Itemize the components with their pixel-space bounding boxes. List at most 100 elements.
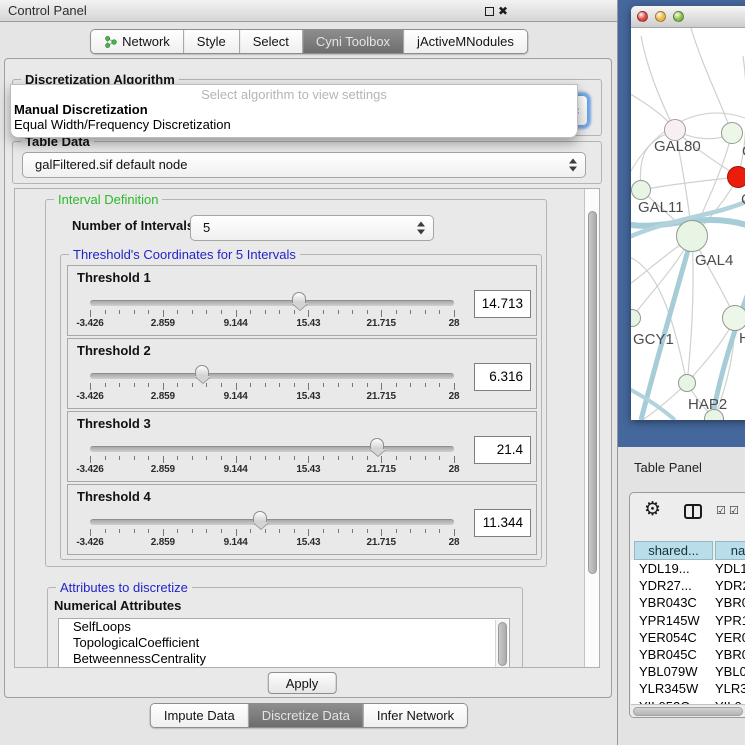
node-red[interactable] bbox=[727, 166, 745, 188]
slider-tick bbox=[250, 310, 251, 314]
slider-tick bbox=[90, 383, 91, 390]
slider-track[interactable] bbox=[90, 519, 454, 525]
table-row[interactable]: YBL079WYBL0 bbox=[631, 663, 745, 680]
node-gal11[interactable] bbox=[631, 180, 651, 200]
slider-tick-label: 21.715 bbox=[366, 537, 395, 548]
slider-tick bbox=[323, 383, 324, 387]
slider-tick-label: 15.43 bbox=[296, 464, 320, 475]
network-canvas[interactable]: GAL80GCGAL11GAL4GCY1HHAP2 bbox=[631, 28, 745, 420]
checkbox-icon[interactable]: ☑ bbox=[729, 504, 739, 517]
node-table: ⚙ ☑ ☑ shared... na YDL19...YDL1YDR27...Y… bbox=[629, 492, 745, 718]
slider-tick bbox=[454, 383, 455, 390]
attributes-group: Attributes to discretize Numerical Attri… bbox=[47, 587, 523, 668]
slider-thumb[interactable] bbox=[195, 365, 209, 376]
settings-scrollbar[interactable] bbox=[584, 189, 599, 667]
settings-scrollbar-thumb[interactable] bbox=[588, 211, 597, 574]
table-panel-title: Table Panel bbox=[634, 460, 702, 475]
table-row[interactable]: YER054CYER0 bbox=[631, 629, 745, 646]
column-layout-icon[interactable] bbox=[684, 504, 702, 519]
slider-tick bbox=[352, 529, 353, 533]
slider-tick bbox=[338, 456, 339, 460]
slider-tick bbox=[163, 310, 164, 317]
algorithm-option-manual-discretization[interactable]: Manual Discretization bbox=[11, 102, 577, 117]
slider-tick bbox=[148, 383, 149, 387]
zoom-traffic-light[interactable] bbox=[673, 11, 684, 22]
node-top-right[interactable] bbox=[721, 122, 743, 144]
close-panel-icon[interactable]: ✖ bbox=[498, 3, 508, 19]
slider-tick bbox=[279, 383, 280, 387]
cell-shared-name: YBR043C bbox=[631, 594, 711, 611]
slider-tick bbox=[396, 383, 397, 387]
attribute-item-selfloops[interactable]: SelfLoops bbox=[59, 619, 509, 635]
slider-tick-label: 15.43 bbox=[296, 537, 320, 548]
threshold-value-field[interactable]: 6.316 bbox=[474, 363, 531, 391]
slider-tick bbox=[279, 529, 280, 533]
slider-thumb[interactable] bbox=[370, 438, 384, 449]
column-header-shared-name[interactable]: shared... bbox=[634, 541, 713, 560]
node-right-h[interactable] bbox=[722, 305, 745, 331]
tab-infer-network[interactable]: Infer Network bbox=[363, 704, 467, 727]
table-row[interactable]: YDL19...YDL1 bbox=[631, 560, 745, 577]
slider-tick bbox=[163, 456, 164, 463]
tab-impute-data[interactable]: Impute Data bbox=[151, 704, 248, 727]
attribute-item-betweennesscentrality[interactable]: BetweennessCentrality bbox=[59, 651, 509, 667]
table-data-value: galFiltered.sif default node bbox=[35, 153, 187, 177]
attributes-list-scrollbar[interactable] bbox=[495, 620, 508, 668]
column-header-name[interactable]: na bbox=[715, 541, 745, 560]
table-hscrollbar[interactable] bbox=[631, 704, 745, 717]
tab-cyni-toolbox[interactable]: Cyni Toolbox bbox=[302, 30, 403, 53]
slider-tick bbox=[352, 456, 353, 460]
slider-tick bbox=[367, 383, 368, 387]
tab-select[interactable]: Select bbox=[239, 30, 302, 53]
slider-track[interactable] bbox=[90, 446, 454, 452]
cyni-mode-tabs: Impute DataDiscretize DataInfer Network bbox=[150, 703, 468, 728]
checkbox-icon[interactable]: ☑ bbox=[716, 504, 726, 517]
algorithm-option-equal-width-frequency-discretization[interactable]: Equal Width/Frequency Discretization bbox=[11, 117, 577, 132]
slider-thumb[interactable] bbox=[292, 292, 306, 303]
apply-button[interactable]: Apply bbox=[268, 672, 337, 694]
slider-tick bbox=[265, 456, 266, 460]
slider-tick bbox=[134, 529, 135, 533]
slider-tick bbox=[294, 456, 295, 460]
slider-tick-label: 9.144 bbox=[224, 391, 248, 402]
slider-tick bbox=[192, 310, 193, 314]
slider-tick bbox=[265, 529, 266, 533]
threshold-value-field[interactable]: 11.344 bbox=[474, 509, 531, 537]
cell-shared-name: YPR145W bbox=[631, 612, 711, 629]
slider-tick bbox=[221, 529, 222, 533]
slider-track[interactable] bbox=[90, 373, 454, 379]
slider-thumb[interactable] bbox=[253, 511, 267, 522]
slider-tick bbox=[323, 456, 324, 460]
node-gal4[interactable] bbox=[676, 220, 708, 252]
table-row[interactable]: YPR145WYPR1 bbox=[631, 612, 745, 629]
table-data-select[interactable]: galFiltered.sif default node bbox=[22, 152, 586, 178]
table-row[interactable]: YBR045CYBR0 bbox=[631, 646, 745, 663]
slider-track[interactable] bbox=[90, 300, 454, 306]
slider-tick bbox=[148, 310, 149, 314]
slider-tick bbox=[105, 529, 106, 533]
tab-jactivemnodules[interactable]: jActiveMNodules bbox=[403, 30, 527, 53]
tab-style[interactable]: Style bbox=[183, 30, 239, 53]
gear-icon[interactable]: ⚙ bbox=[644, 499, 661, 521]
float-panel-icon[interactable] bbox=[485, 7, 494, 16]
slider-tick bbox=[454, 310, 455, 317]
slider-tick bbox=[221, 310, 222, 314]
table-row[interactable]: YDR27...YDR2 bbox=[631, 577, 745, 594]
table-row[interactable]: YLR345WYLR3 bbox=[631, 680, 745, 697]
threshold-value-field[interactable]: 21.4 bbox=[474, 436, 531, 464]
slider-tick bbox=[279, 310, 280, 314]
slider-tick bbox=[294, 310, 295, 314]
minimize-traffic-light[interactable] bbox=[655, 11, 666, 22]
node-hap2[interactable] bbox=[678, 374, 696, 392]
close-traffic-light[interactable] bbox=[637, 11, 648, 22]
attribute-item-topologicalcoefficient[interactable]: TopologicalCoefficient bbox=[59, 635, 509, 651]
tab-discretize-data[interactable]: Discretize Data bbox=[248, 704, 363, 727]
number-of-intervals-select[interactable]: 5 bbox=[190, 215, 434, 241]
attributes-scrollbar-thumb[interactable] bbox=[498, 622, 507, 666]
slider-tick bbox=[294, 383, 295, 387]
tab-network[interactable]: Network bbox=[91, 30, 183, 53]
table-row[interactable]: YBR043CYBR0 bbox=[631, 594, 745, 611]
table-hscrollbar-thumb[interactable] bbox=[633, 707, 743, 716]
slider-tick bbox=[439, 456, 440, 460]
threshold-value-field[interactable]: 14.713 bbox=[474, 290, 531, 318]
